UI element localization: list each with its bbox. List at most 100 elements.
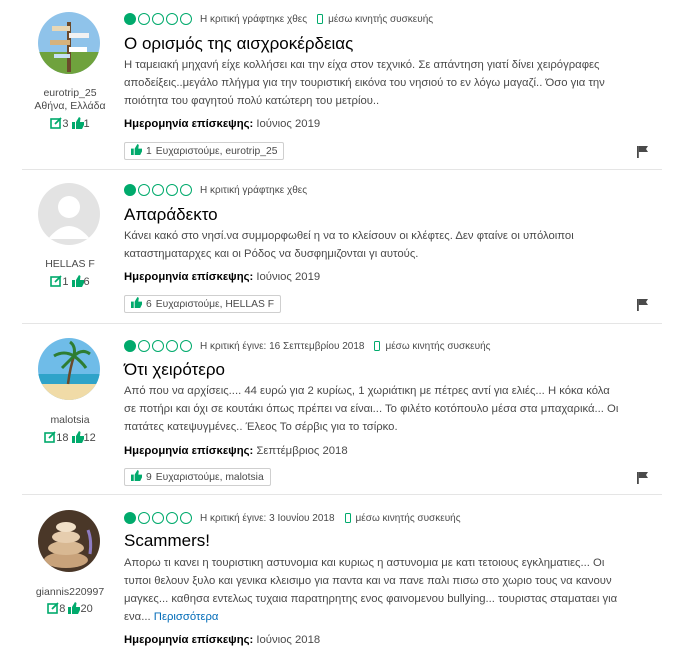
helpful-votes-count: 1 bbox=[83, 118, 90, 130]
divider bbox=[22, 494, 662, 495]
reviewer-name[interactable]: eurotrip_25 bbox=[20, 87, 120, 99]
thumbs-up-icon bbox=[131, 144, 142, 158]
thanks-count: 6 bbox=[146, 298, 152, 310]
review-source: μέσω κινητής συσκευής bbox=[385, 340, 491, 352]
reviewer-stats: 18 12 bbox=[20, 431, 120, 446]
visit-date: Ημερομηνία επίσκεψης: Ιούνιος 2018 bbox=[124, 634, 320, 646]
rating-bubble-empty bbox=[166, 340, 178, 352]
thumbs-up-icon bbox=[131, 297, 142, 311]
contributions-icon bbox=[47, 602, 59, 617]
flag-icon[interactable] bbox=[637, 471, 649, 484]
helpful-votes-count: 20 bbox=[80, 603, 93, 615]
thanks-count: 1 bbox=[146, 145, 152, 157]
contributions-count: 8 bbox=[59, 603, 66, 615]
avatar[interactable] bbox=[38, 510, 100, 572]
rating-bubble-filled bbox=[124, 512, 136, 524]
helpful-votes-count: 6 bbox=[83, 276, 90, 288]
bubble-rating bbox=[124, 340, 192, 352]
divider bbox=[22, 169, 662, 170]
reviewer-name[interactable]: HELLAS F bbox=[20, 258, 120, 270]
mobile-device-icon bbox=[317, 14, 324, 24]
helpful-votes-icon bbox=[71, 117, 84, 132]
rating-bubble-empty bbox=[138, 340, 150, 352]
rating-bubble-filled bbox=[124, 184, 136, 196]
contributions-count: 1 bbox=[62, 276, 69, 288]
review-date: Η κριτική γράφτηκε χθες bbox=[200, 13, 308, 25]
visit-date-value: Ιούνιος 2019 bbox=[256, 271, 321, 283]
flag-icon[interactable] bbox=[637, 145, 649, 158]
rating-bubble-empty bbox=[152, 512, 164, 524]
visit-date: Ημερομηνία επίσκεψης: Ιούνιος 2019 bbox=[124, 118, 320, 130]
thanks-count: 9 bbox=[146, 471, 152, 483]
thanks-button[interactable]: 1 Ευχαριστούμε, eurotrip_25 bbox=[124, 142, 285, 160]
rating-bubble-empty bbox=[166, 13, 178, 25]
mobile-device-icon bbox=[374, 341, 381, 351]
thanks-label: Ευχαριστούμε, eurotrip_25 bbox=[155, 145, 278, 157]
review-source: μέσω κινητής συσκευής bbox=[355, 512, 461, 524]
rating-bubble-empty bbox=[152, 340, 164, 352]
review-meta: Η κριτική έγινε: 3 Ιουνίου 2018 μέσω κιν… bbox=[124, 511, 461, 525]
review-date: Η κριτική γράφτηκε χθες bbox=[200, 184, 308, 196]
divider bbox=[22, 323, 662, 324]
contributions-icon bbox=[50, 275, 62, 290]
flag-icon[interactable] bbox=[637, 298, 649, 311]
rating-bubble-empty bbox=[180, 184, 192, 196]
visit-date-label: Ημερομηνία επίσκεψης: bbox=[124, 271, 254, 283]
contributions-icon bbox=[44, 431, 56, 446]
review-date: Η κριτική έγινε: 3 Ιουνίου 2018 bbox=[200, 512, 335, 524]
rating-bubble-empty bbox=[166, 184, 178, 196]
mobile-device-icon bbox=[344, 513, 351, 523]
helpful-votes-icon bbox=[71, 275, 84, 290]
contributions-icon bbox=[50, 117, 62, 132]
visit-date: Ημερομηνία επίσκεψης: Ιούνιος 2019 bbox=[124, 271, 320, 283]
review-card: giannis220997 8 20 Η κριτική έγινε: 3 Ιο… bbox=[0, 497, 685, 655]
visit-date-label: Ημερομηνία επίσκεψης: bbox=[124, 118, 254, 130]
review-title[interactable]: Ότι χειρότερο bbox=[124, 360, 225, 380]
reviewer-stats: 1 6 bbox=[20, 275, 120, 290]
rating-bubble-empty bbox=[138, 13, 150, 25]
rating-bubble-empty bbox=[152, 13, 164, 25]
visit-date: Ημερομηνία επίσκεψης: Σεπτέμβριος 2018 bbox=[124, 445, 348, 457]
rating-bubble-filled bbox=[124, 13, 136, 25]
avatar[interactable] bbox=[38, 183, 100, 245]
avatar[interactable] bbox=[38, 12, 100, 74]
review-source: μέσω κινητής συσκευής bbox=[328, 13, 434, 25]
avatar[interactable] bbox=[38, 338, 100, 400]
reviewer-stats: 8 20 bbox=[20, 602, 120, 617]
reviewer-stats: 3 1 bbox=[20, 117, 120, 132]
visit-date-label: Ημερομηνία επίσκεψης: bbox=[124, 634, 254, 646]
review-meta: Η κριτική γράφτηκε χθες μέσω κινητής συσ… bbox=[124, 12, 433, 26]
rating-bubble-empty bbox=[180, 13, 192, 25]
review-title[interactable]: Ο ορισμός της αισχροκέρδειας bbox=[124, 34, 353, 54]
rating-bubble-empty bbox=[138, 512, 150, 524]
rating-bubble-empty bbox=[180, 512, 192, 524]
thanks-button[interactable]: 6 Ευχαριστούμε, HELLAS F bbox=[124, 295, 281, 313]
helpful-votes-count: 12 bbox=[83, 432, 96, 444]
helpful-votes-icon bbox=[68, 602, 81, 617]
review-date: Η κριτική έγινε: 16 Σεπτεμβρίου 2018 bbox=[200, 340, 365, 352]
reviewer-name[interactable]: malotsia bbox=[20, 414, 120, 426]
visit-date-value: Ιούνιος 2019 bbox=[256, 118, 321, 130]
contributions-count: 18 bbox=[56, 432, 69, 444]
thanks-button[interactable]: 9 Ευχαριστούμε, malotsia bbox=[124, 468, 271, 486]
review-meta: Η κριτική έγινε: 16 Σεπτεμβρίου 2018 μέσ… bbox=[124, 339, 490, 353]
thanks-label: Ευχαριστούμε, HELLAS F bbox=[155, 298, 274, 310]
review-body: Απορω τι κανει η τουριστικη αστυνομια κα… bbox=[124, 554, 619, 626]
read-more-link[interactable]: Περισσότερα bbox=[154, 611, 219, 623]
bubble-rating bbox=[124, 13, 192, 25]
review-card: eurotrip_25 Αθήνα, Ελλάδα 3 1 Η κριτική … bbox=[0, 0, 685, 172]
review-body: Κάνει κακό στο νησί.να συμμορφωθεί η να … bbox=[124, 230, 574, 260]
rating-bubble-empty bbox=[138, 184, 150, 196]
visit-date-value: Ιούνιος 2018 bbox=[256, 634, 321, 646]
bubble-rating bbox=[124, 184, 192, 196]
visit-date-value: Σεπτέμβριος 2018 bbox=[256, 445, 348, 457]
review-title[interactable]: Απαράδεκτο bbox=[124, 205, 218, 225]
thanks-label: Ευχαριστούμε, malotsia bbox=[155, 471, 264, 483]
review-title[interactable]: Scammers! bbox=[124, 531, 210, 551]
review-body: Η ταμειακή μηχανή είχε κολλήσει και την … bbox=[124, 59, 605, 107]
helpful-votes-icon bbox=[71, 431, 84, 446]
visit-date-label: Ημερομηνία επίσκεψης: bbox=[124, 445, 254, 457]
rating-bubble-empty bbox=[166, 512, 178, 524]
rating-bubble-empty bbox=[180, 340, 192, 352]
reviewer-name[interactable]: giannis220997 bbox=[20, 586, 120, 598]
